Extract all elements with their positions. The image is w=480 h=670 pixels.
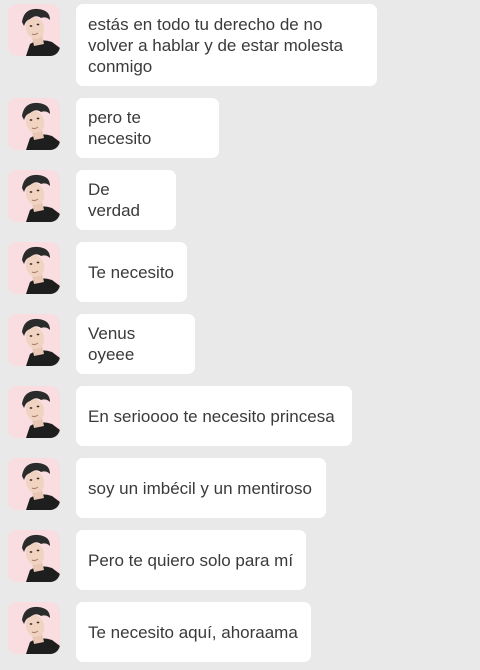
- message-text: pero te necesito: [88, 108, 152, 148]
- message-text: De verdad: [88, 180, 140, 220]
- message-text: Te necesito: [88, 262, 174, 282]
- user-avatar-icon[interactable]: [8, 386, 60, 438]
- user-avatar-icon[interactable]: [8, 4, 60, 56]
- message-bubble: pero te necesito: [76, 98, 219, 158]
- message-bubble: soy un imbécil y un mentiroso: [76, 458, 326, 518]
- message-text: En serioooo te necesito princesa: [88, 406, 335, 426]
- user-avatar-icon[interactable]: [8, 314, 60, 366]
- message-bubble: Venus oyeee: [76, 314, 195, 374]
- chat-thread: estás en todo tu derecho de no volver a …: [0, 0, 480, 670]
- user-avatar-icon[interactable]: [8, 170, 60, 222]
- message-bubble: estás en todo tu derecho de no volver a …: [76, 4, 377, 86]
- message-text: Te necesito aquí, ahoraama: [88, 622, 298, 642]
- message-bubble: Te necesito: [76, 242, 187, 302]
- message-bubble: Pero te quiero solo para mí: [76, 530, 306, 590]
- user-avatar-icon[interactable]: [8, 602, 60, 654]
- message-bubble: Te necesito aquí, ahoraama: [76, 602, 311, 662]
- message-text: Pero te quiero solo para mí: [88, 550, 294, 570]
- message-bubble: De verdad: [76, 170, 176, 230]
- message-text: estás en todo tu derecho de no volver a …: [88, 15, 344, 76]
- message-text: Venus oyeee: [88, 324, 136, 364]
- user-avatar-icon[interactable]: [8, 242, 60, 294]
- message-text: soy un imbécil y un mentiroso: [88, 478, 312, 498]
- message-bubble: En serioooo te necesito princesa: [76, 386, 352, 446]
- user-avatar-icon[interactable]: [8, 458, 60, 510]
- user-avatar-icon[interactable]: [8, 530, 60, 582]
- user-avatar-icon[interactable]: [8, 98, 60, 150]
